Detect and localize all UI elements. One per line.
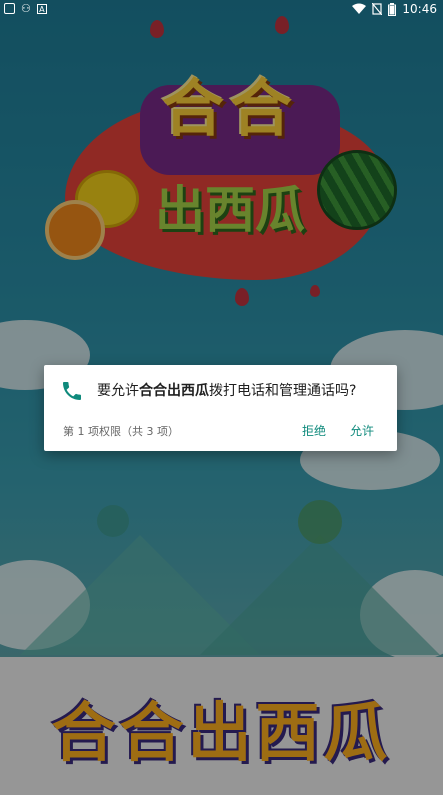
wifi-icon [352,3,367,14]
status-bar: ⚇ A 10:46 [0,0,443,18]
status-time: 10:46 [402,2,437,16]
permission-dialog: 要允许合合出西瓜拨打电话和管理通话吗? 第 1 项权限（共 3 项） 拒绝 允许 [44,365,397,451]
phone-icon [63,382,81,400]
allow-button[interactable]: 允许 [350,422,374,439]
a-icon: A [36,3,47,14]
deny-button[interactable]: 拒绝 [302,422,326,439]
battery-icon [388,2,397,16]
no-sim-icon [372,3,383,15]
square-icon [4,3,15,14]
dialog-message: 要允许合合出西瓜拨打电话和管理通话吗? [97,383,357,399]
dialog-app-name: 合合出西瓜 [139,383,209,399]
permission-counter: 第 1 项权限（共 3 项） [63,425,179,438]
bug-icon: ⚇ [21,2,31,15]
